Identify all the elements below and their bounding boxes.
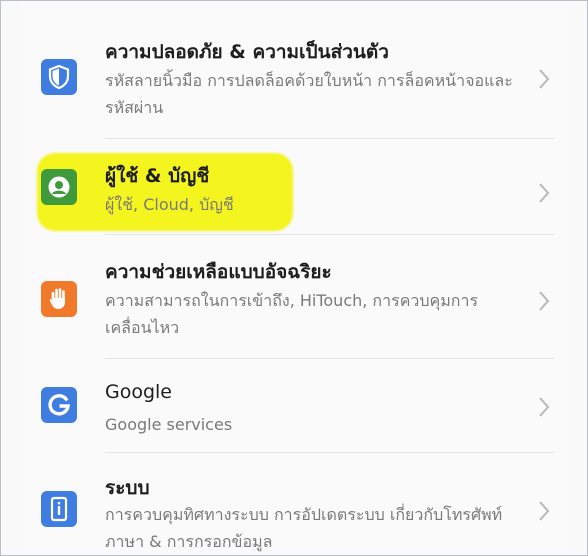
item-subtitle: ความสามารถในการเข้าถึง, HiTouch, การควบค… — [105, 291, 479, 337]
chevron-right-icon — [539, 183, 550, 203]
item-title: ความปลอดภัย & ความเป็นส่วนตัว — [105, 41, 389, 63]
settings-item-google[interactable]: Google Google services — [21, 359, 568, 453]
screenshot-frame: ความปลอดภัย & ความเป็นส่วนตัว รหัสลายนิ้… — [0, 0, 588, 556]
user-account-icon — [41, 169, 77, 205]
item-title: ความช่วยเหลือแบบอัจฉริยะ — [105, 261, 332, 283]
settings-item-system[interactable]: ระบบ การควบคุมทิศทางระบบ การอัปเดตระบบ เ… — [21, 453, 568, 555]
item-title: ผู้ใช้ & บัญชี — [105, 165, 210, 187]
item-subtitle: การควบคุมทิศทางระบบ การอัปเดตระบบ เกี่ยว… — [105, 505, 503, 551]
settings-list: ความปลอดภัย & ความเป็นส่วนตัว รหัสลายนิ้… — [21, 15, 568, 555]
item-title: ระบบ — [105, 477, 150, 499]
info-phone-icon — [41, 491, 77, 527]
item-title: Google — [105, 381, 173, 403]
shield-icon — [41, 59, 77, 95]
settings-item-users-accounts[interactable]: ผู้ใช้ & บัญชี ผู้ใช้, Cloud, บัญชี — [21, 139, 568, 235]
settings-item-security[interactable]: ความปลอดภัย & ความเป็นส่วนตัว รหัสลายนิ้… — [21, 15, 568, 139]
item-subtitle: รหัสลายนิ้วมือ การปลดล็อคด้วยใบหน้า การล… — [105, 71, 513, 117]
previous-item-edge — [21, 1, 567, 16]
settings-item-smart-assistance[interactable]: ความช่วยเหลือแบบอัจฉริยะ ความสามารถในการ… — [21, 235, 568, 359]
hand-icon — [41, 281, 77, 317]
chevron-right-icon — [539, 291, 550, 311]
item-subtitle: Google services — [105, 415, 233, 434]
chevron-right-icon — [539, 501, 550, 521]
google-g-icon — [41, 387, 77, 423]
item-subtitle: ผู้ใช้, Cloud, บัญชี — [105, 195, 234, 214]
chevron-right-icon — [539, 69, 550, 89]
chevron-right-icon — [539, 397, 550, 417]
